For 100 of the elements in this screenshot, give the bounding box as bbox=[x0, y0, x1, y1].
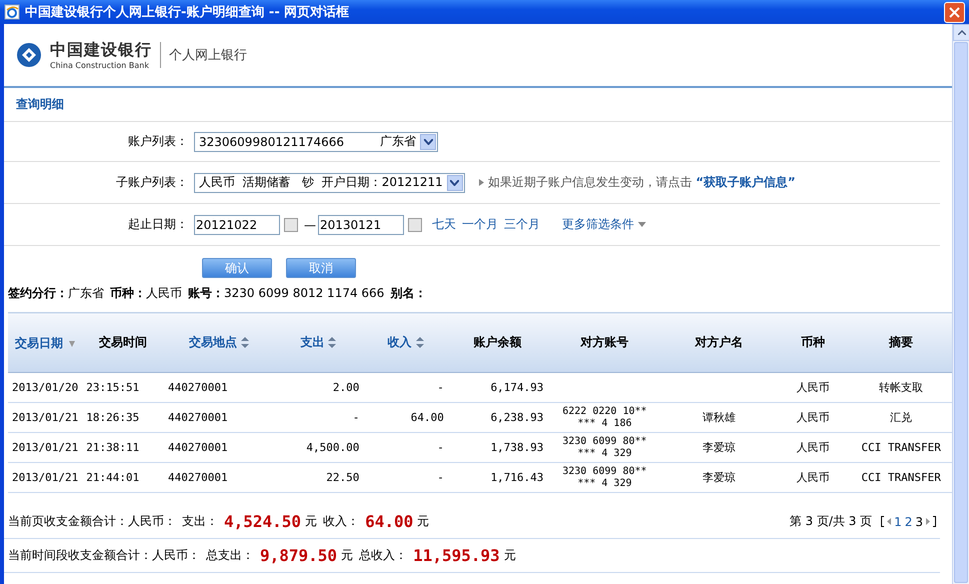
table-cell: 4,500.00 bbox=[306, 441, 360, 454]
dropdown-button[interactable] bbox=[420, 134, 436, 150]
column-header: 摘要 bbox=[850, 312, 952, 372]
date-separator: — bbox=[304, 218, 316, 232]
table-cell: 3230 6099 80** *** 4 329 bbox=[562, 436, 647, 458]
bank-logo-icon bbox=[16, 42, 42, 68]
start-date-field[interactable]: 20121022 bbox=[194, 214, 280, 234]
column-header: 币种 bbox=[776, 312, 850, 372]
bank-name-english: China Construction Bank bbox=[50, 61, 150, 70]
table-cell: 2013/01/21 bbox=[12, 411, 78, 424]
expense-amount: 9,879.50 bbox=[260, 546, 338, 565]
next-icon[interactable] bbox=[926, 518, 930, 525]
total-label: 当前页收支金额合计：人民币： bbox=[8, 513, 176, 530]
table-cell: 转帐支取 bbox=[879, 381, 924, 394]
chevron-down-icon[interactable] bbox=[424, 138, 432, 144]
table-cell: - bbox=[437, 441, 444, 454]
close-icon[interactable] bbox=[949, 6, 960, 18]
expense-label: 总支出： bbox=[206, 547, 254, 564]
table-cell: 1,716.43 bbox=[490, 471, 544, 484]
table-cell: 23:15:51 bbox=[86, 381, 140, 394]
column-header[interactable]: 收入 bbox=[363, 312, 448, 372]
column-header[interactable]: 交易日期 bbox=[8, 312, 82, 372]
calendar-button[interactable] bbox=[284, 218, 298, 232]
bracket-icon bbox=[881, 516, 884, 527]
browser-icon bbox=[4, 4, 20, 20]
table-cell: CCI TRANSFER bbox=[861, 441, 941, 454]
table-cell: 6,174.93 bbox=[490, 381, 544, 394]
info-text: 别名： bbox=[390, 284, 426, 302]
table-cell: 李爱琼 bbox=[702, 441, 736, 454]
dropdown-button[interactable] bbox=[446, 174, 463, 190]
unit-label: 元 bbox=[305, 513, 318, 530]
refresh-link[interactable]: “获取子账户信息” bbox=[696, 174, 796, 191]
page-link[interactable]: 3 bbox=[915, 514, 923, 528]
table-cell: 6222 0220 10** *** 4 186 bbox=[562, 406, 647, 428]
field-label: 子账户列表： bbox=[115, 174, 189, 191]
info-text: 签约分行：广东省 bbox=[8, 284, 104, 302]
previous-icon[interactable] bbox=[887, 518, 892, 525]
table-cell: 440270001 bbox=[168, 411, 228, 424]
table-cell: 440270001 bbox=[168, 441, 228, 454]
service-name: 个人网上银行 bbox=[169, 47, 247, 64]
table-cell: 2013/01/21 bbox=[12, 441, 78, 454]
table-cell: 440270001 bbox=[168, 471, 228, 484]
table-cell: 21:44:01 bbox=[86, 471, 140, 484]
chevron-up-icon[interactable] bbox=[958, 30, 966, 35]
page-link[interactable]: 2 bbox=[904, 514, 912, 528]
unit-label: 元 bbox=[417, 513, 430, 530]
bank-name: 中国建设银行 bbox=[50, 40, 152, 61]
hint-text: 如果近期子账户信息发生变动，请点击 bbox=[488, 174, 692, 191]
info-text: 账号：3230 6099 8012 1174 666 bbox=[188, 284, 384, 302]
end-date-field[interactable]: 20130121 bbox=[318, 214, 404, 234]
table-cell: 李爱琼 bbox=[702, 471, 736, 484]
column-header[interactable]: 支出 bbox=[274, 312, 364, 372]
section-title: 查询明细 bbox=[16, 96, 64, 113]
field-label: 账户列表： bbox=[127, 133, 189, 150]
table-cell: 人民币 bbox=[796, 381, 830, 394]
sort-icon[interactable] bbox=[328, 337, 336, 348]
expense-label: 支出： bbox=[182, 513, 218, 530]
caret-icon[interactable] bbox=[638, 222, 646, 227]
info-text: 币种：人民币 bbox=[110, 284, 182, 302]
range-link[interactable]: 三个月 bbox=[504, 216, 540, 233]
calendar-button[interactable] bbox=[408, 218, 422, 232]
page-link[interactable]: 1 bbox=[894, 514, 902, 528]
sub-account-select[interactable]: 人民币 活期储蓄 钞 开户日期：20121211 bbox=[194, 172, 465, 192]
filter-link[interactable]: 更多筛选条件 bbox=[562, 216, 646, 233]
table-cell: 3230 6099 80** *** 4 329 bbox=[562, 466, 647, 488]
total-label: 当前时间段收支金额合计：人民币： bbox=[8, 547, 200, 564]
sort-icon[interactable] bbox=[240, 337, 249, 348]
column-header[interactable]: 交易地点 bbox=[164, 312, 274, 372]
table-cell: 21:38:11 bbox=[86, 441, 140, 454]
scroll-up-button[interactable] bbox=[953, 24, 969, 41]
table-cell: 18:26:35 bbox=[86, 411, 140, 424]
scrollbar[interactable] bbox=[952, 24, 969, 584]
table-cell: 人民币 bbox=[796, 411, 830, 424]
sort-icon[interactable] bbox=[69, 340, 76, 346]
table-cell: 440270001 bbox=[168, 381, 228, 394]
sort-icon[interactable] bbox=[416, 337, 424, 348]
bracket-icon bbox=[933, 516, 936, 527]
table-cell: 人民币 bbox=[796, 441, 830, 454]
table-cell: 64.00 bbox=[410, 411, 444, 424]
expense-amount: 4,524.50 bbox=[224, 512, 302, 531]
table-cell: 汇兑 bbox=[890, 411, 912, 424]
field-label: 起止日期： bbox=[127, 216, 189, 233]
page-count: 第 3 页/共 3 页 bbox=[790, 513, 872, 530]
chevron-down-icon[interactable] bbox=[450, 180, 460, 186]
table-cell: 2.00 bbox=[332, 381, 360, 394]
table-cell: 2013/01/21 bbox=[12, 471, 78, 484]
unit-label: 元 bbox=[504, 547, 516, 564]
income-amount: 11,595.93 bbox=[413, 546, 500, 565]
range-link[interactable]: 一个月 bbox=[462, 216, 498, 233]
close-button[interactable] bbox=[944, 2, 965, 22]
table-cell: 22.50 bbox=[326, 471, 360, 484]
income-label: 收入： bbox=[323, 513, 360, 530]
table-cell: CCI TRANSFER bbox=[861, 471, 941, 484]
table-cell: 1,738.93 bbox=[490, 441, 544, 454]
table-cell: 6,238.93 bbox=[490, 411, 544, 424]
column-header: 交易时间 bbox=[82, 312, 164, 372]
account-select[interactable]: 3230609980121174666 广东省 bbox=[194, 132, 438, 152]
triangle-icon bbox=[478, 179, 484, 186]
window-title: 中国建设银行个人网上银行-账户明细查询 -- 网页对话框 bbox=[25, 4, 350, 21]
range-link[interactable]: 七天 bbox=[432, 216, 456, 233]
